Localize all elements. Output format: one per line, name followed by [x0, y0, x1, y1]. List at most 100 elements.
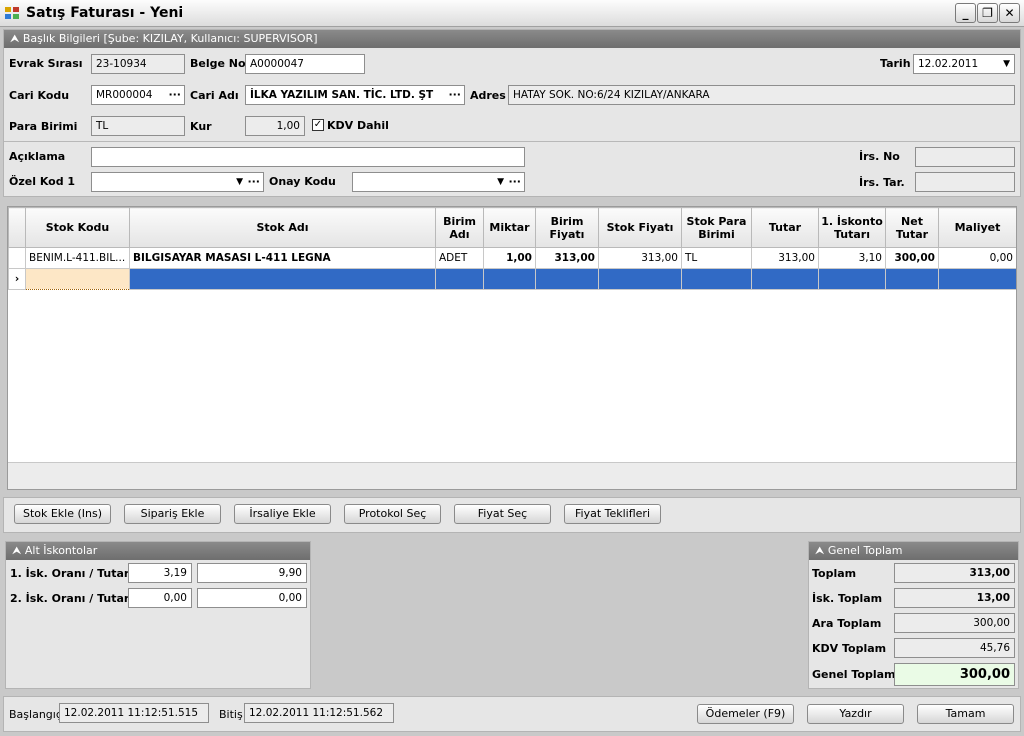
toplam-label: Toplam [812, 567, 857, 580]
cell-empty[interactable] [535, 268, 599, 290]
col-header[interactable]: Birim Fiyatı [535, 207, 599, 248]
tamam-button[interactable]: Tamam [917, 704, 1014, 724]
toplam-value: 313,00 [894, 563, 1015, 583]
kur-label: Kur [190, 120, 212, 133]
header-section-title[interactable]: ⮝ Başlık Bilgileri [Şube: KIZILAY, Kulla… [4, 30, 1020, 48]
ellipsis-icon[interactable]: ··· [508, 173, 521, 191]
collapse-icon: ⮝ [815, 544, 828, 557]
cell-empty[interactable] [598, 268, 682, 290]
maximize-button[interactable]: ❐ [977, 3, 998, 23]
cell-empty[interactable] [938, 268, 1016, 290]
baslangic-label: Başlangıç [9, 708, 62, 721]
kdv-dahil-checkbox[interactable]: ✓ [312, 119, 324, 131]
ellipsis-icon[interactable]: ··· [247, 173, 260, 191]
isk1-oran-field[interactable]: 3,19 [128, 563, 192, 583]
irsaliye-ekle-button[interactable]: İrsaliye Ekle [234, 504, 331, 524]
odemeler-button[interactable]: Ödemeler (F9) [697, 704, 794, 724]
cari-kodu-field[interactable]: MR000004 ··· [91, 85, 185, 105]
ellipsis-icon[interactable]: ··· [448, 86, 461, 104]
irs-tar-field[interactable] [915, 172, 1015, 192]
cari-adi-value: İLKA YAZILIM SAN. TİC. LTD. ŞT [250, 89, 434, 101]
onay-kodu-combo[interactable]: ▼ ··· [352, 172, 525, 192]
cell-edit[interactable] [25, 268, 130, 290]
genel-toplam-label: Genel Toplam [812, 668, 896, 681]
invoice-lines-grid[interactable]: Stok Kodu Stok Adı Birim Adı Miktar Biri… [7, 206, 1017, 490]
protokol-sec-button[interactable]: Protokol Seç [344, 504, 441, 524]
cell-empty[interactable] [435, 268, 484, 290]
collapse-icon: ⮝ [12, 544, 25, 557]
kdv-toplam-value: 45,76 [894, 638, 1015, 658]
cell-birim-fiyati[interactable]: 313,00 [535, 247, 599, 269]
col-header[interactable]: Stok Para Birimi [681, 207, 752, 248]
cell-birim[interactable]: ADET [435, 247, 484, 269]
new-row[interactable]: › [8, 268, 1016, 290]
isk-toplam-label: İsk. Toplam [812, 592, 883, 605]
dropdown-arrow-icon[interactable]: ▼ [236, 173, 243, 191]
ozel-kod-combo[interactable]: ▼ ··· [91, 172, 264, 192]
col-header[interactable]: 1. İskonto Tutarı [818, 207, 886, 248]
cell-empty[interactable] [885, 268, 939, 290]
aciklama-field[interactable] [91, 147, 525, 167]
cell-stok-kodu[interactable]: BENIM.L-411.BIL... [25, 247, 130, 269]
col-header[interactable]: Tutar [751, 207, 819, 248]
header-section-label: Başlık Bilgileri [Şube: KIZILAY, Kullanı… [22, 32, 318, 45]
col-header[interactable]: Stok Fiyatı [598, 207, 682, 248]
tarih-label: Tarih [880, 57, 911, 70]
tarih-date-picker[interactable]: 12.02.2011 ▼ [913, 54, 1015, 74]
yazdir-button[interactable]: Yazdır [807, 704, 904, 724]
isk2-tutar-field[interactable]: 0,00 [197, 588, 307, 608]
irs-no-label: İrs. No [859, 150, 900, 163]
cell-empty[interactable] [483, 268, 536, 290]
fiyat-sec-button[interactable]: Fiyat Seç [454, 504, 551, 524]
isk2-oran-field[interactable]: 0,00 [128, 588, 192, 608]
cell-tutar[interactable]: 313,00 [751, 247, 819, 269]
col-header[interactable]: Birim Adı [435, 207, 484, 248]
cell-stok-fiyati[interactable]: 313,00 [598, 247, 682, 269]
aciklama-label: Açıklama [9, 150, 66, 163]
stok-ekle-button[interactable]: Stok Ekle (Ins) [14, 504, 111, 524]
irs-no-field[interactable] [915, 147, 1015, 167]
current-row-indicator-icon[interactable]: › [8, 268, 26, 290]
cell-empty[interactable] [751, 268, 819, 290]
cell-para-birimi[interactable]: TL [681, 247, 752, 269]
cari-adi-field[interactable]: İLKA YAZILIM SAN. TİC. LTD. ŞT ··· [245, 85, 465, 105]
cell-miktar[interactable]: 1,00 [483, 247, 536, 269]
onay-kodu-label: Onay Kodu [269, 175, 336, 188]
cell-maliyet[interactable]: 0,00 [938, 247, 1016, 269]
isk1-tutar-field[interactable]: 9,90 [197, 563, 307, 583]
dropdown-arrow-icon[interactable]: ▼ [1003, 55, 1010, 73]
ara-toplam-label: Ara Toplam [812, 617, 882, 630]
dropdown-arrow-icon[interactable]: ▼ [497, 173, 504, 191]
bitis-field: 12.02.2011 11:12:51.562 [244, 703, 394, 723]
table-row[interactable]: BENIM.L-411.BIL... BILGISAYAR MASASI L-4… [8, 247, 1016, 269]
cell-empty[interactable] [681, 268, 752, 290]
col-header[interactable]: Miktar [483, 207, 536, 248]
genel-toplam-value: 300,00 [894, 663, 1015, 686]
cell-empty[interactable] [129, 268, 436, 290]
evrak-sirasi-field[interactable]: 23-10934 [91, 54, 185, 74]
fiyat-teklifleri-button[interactable]: Fiyat Teklifleri [564, 504, 661, 524]
col-header[interactable]: Stok Adı [129, 207, 436, 248]
alt-iskontolar-header[interactable]: ⮝ Alt İskontolar [6, 542, 310, 560]
tarih-value: 12.02.2011 [918, 58, 979, 70]
belge-no-field[interactable]: A0000047 [245, 54, 365, 74]
grid-footer [8, 462, 1016, 489]
adres-field[interactable]: HATAY SOK. NO:6/24 KIZILAY/ANKARA [508, 85, 1015, 105]
isk1-label: 1. İsk. Oranı / Tutarı [10, 567, 134, 580]
kur-field[interactable]: 1,00 [245, 116, 305, 136]
cell-stok-adi[interactable]: BILGISAYAR MASASI L-411 LEGNA [129, 247, 436, 269]
col-header[interactable]: Stok Kodu [25, 207, 130, 248]
col-header[interactable]: Maliyet [938, 207, 1016, 248]
siparis-ekle-button[interactable]: Sipariş Ekle [124, 504, 221, 524]
row-indicator[interactable] [8, 247, 26, 269]
ellipsis-icon[interactable]: ··· [168, 86, 181, 104]
belge-no-label: Belge No [190, 57, 246, 70]
cell-net-tutar[interactable]: 300,00 [885, 247, 939, 269]
close-button[interactable]: ✕ [999, 3, 1020, 23]
cell-iskonto[interactable]: 3,10 [818, 247, 886, 269]
para-birimi-field[interactable]: TL [91, 116, 185, 136]
genel-toplam-header[interactable]: ⮝ Genel Toplam [809, 542, 1018, 560]
col-header[interactable]: Net Tutar [885, 207, 939, 248]
cell-empty[interactable] [818, 268, 886, 290]
minimize-button[interactable]: _ [955, 3, 976, 23]
